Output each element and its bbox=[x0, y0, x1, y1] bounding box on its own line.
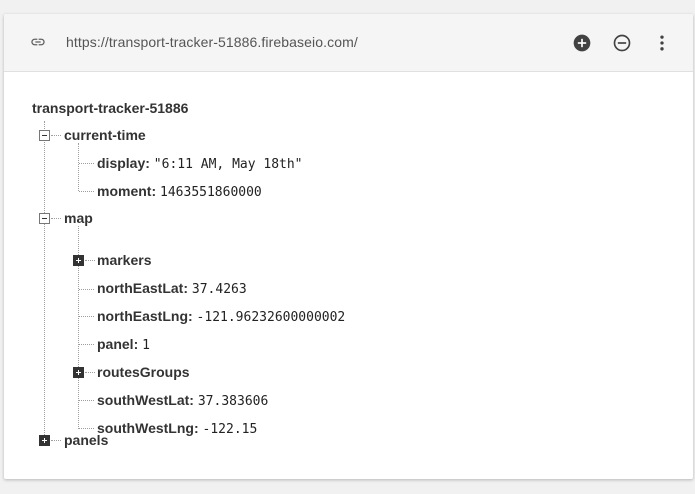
tree-connector bbox=[44, 121, 45, 435]
node-key: panel: bbox=[97, 336, 139, 352]
tree-connector bbox=[79, 316, 94, 317]
tree-connector bbox=[79, 344, 94, 345]
node-key: routesGroups bbox=[97, 364, 190, 380]
tree-node-display[interactable]: display: "6:11 AM, May 18th" bbox=[97, 154, 303, 174]
tree-node-routesgroups[interactable]: routesGroups bbox=[97, 363, 190, 381]
node-value: -121.96232600000002 bbox=[196, 310, 346, 325]
tree-node-northeastlng[interactable]: northEastLng: -121.96232600000002 bbox=[97, 307, 345, 327]
plus-box-icon[interactable] bbox=[73, 367, 84, 378]
tree-node-northeastlat[interactable]: northEastLat: 37.4263 bbox=[97, 279, 247, 299]
more-vert-icon[interactable] bbox=[652, 33, 672, 53]
tree-connector bbox=[51, 135, 61, 136]
tree-node-panels[interactable]: panels bbox=[64, 431, 108, 449]
minus-box-icon[interactable] bbox=[39, 130, 50, 141]
remove-circle-outline-icon[interactable] bbox=[612, 33, 632, 53]
tree-connector bbox=[85, 372, 95, 373]
node-key: current-time bbox=[64, 127, 146, 143]
database-card: https://transport-tracker-51886.firebase… bbox=[4, 14, 693, 479]
tree-connector bbox=[79, 191, 94, 192]
tree-connector bbox=[51, 440, 61, 441]
tree-node-panel[interactable]: panel: 1 bbox=[97, 335, 150, 355]
node-key: southWestLat: bbox=[97, 392, 194, 408]
plus-box-icon[interactable] bbox=[73, 255, 84, 266]
url-bar: https://transport-tracker-51886.firebase… bbox=[4, 14, 693, 72]
node-value: 1463551860000 bbox=[160, 185, 262, 200]
tree-connector bbox=[79, 289, 94, 290]
tree-node-markers[interactable]: markers bbox=[97, 251, 152, 269]
tree-node-southwestlng[interactable]: southWestLng: -122.15 bbox=[97, 419, 257, 439]
tree-node-moment[interactable]: moment: 1463551860000 bbox=[97, 182, 262, 202]
node-value: 1 bbox=[142, 338, 150, 353]
node-key: southWestLng: bbox=[97, 420, 199, 436]
node-key: map bbox=[64, 210, 93, 226]
node-key: panels bbox=[64, 432, 109, 448]
node-key: northEastLat: bbox=[97, 280, 188, 296]
node-value: 37.4263 bbox=[191, 282, 247, 297]
node-key: moment: bbox=[97, 183, 157, 199]
tree-node-southwestlat[interactable]: southWestLat: 37.383606 bbox=[97, 391, 268, 411]
node-key: display: bbox=[97, 155, 150, 171]
tree-connector bbox=[51, 218, 61, 219]
node-value: -122.15 bbox=[202, 422, 258, 437]
node-key: northEastLng: bbox=[97, 308, 193, 324]
tree-connector bbox=[79, 428, 94, 429]
tree-connector bbox=[78, 143, 79, 191]
minus-box-icon[interactable] bbox=[39, 213, 50, 224]
link-icon bbox=[31, 38, 45, 46]
data-tree: transport-tracker-51886 current-time dis… bbox=[4, 71, 693, 479]
add-circle-icon[interactable] bbox=[572, 33, 592, 53]
root-node[interactable]: transport-tracker-51886 bbox=[32, 100, 188, 116]
node-key: markers bbox=[97, 252, 152, 268]
tree-connector bbox=[85, 260, 95, 261]
plus-box-icon[interactable] bbox=[39, 435, 50, 446]
node-value: "6:11 AM, May 18th" bbox=[153, 157, 303, 172]
tree-connector bbox=[79, 400, 94, 401]
database-url[interactable]: https://transport-tracker-51886.firebase… bbox=[66, 34, 358, 50]
tree-connector bbox=[79, 163, 94, 164]
node-value: 37.383606 bbox=[197, 394, 269, 409]
tree-node-current-time[interactable]: current-time bbox=[64, 126, 146, 144]
tree-node-map[interactable]: map bbox=[64, 209, 93, 227]
